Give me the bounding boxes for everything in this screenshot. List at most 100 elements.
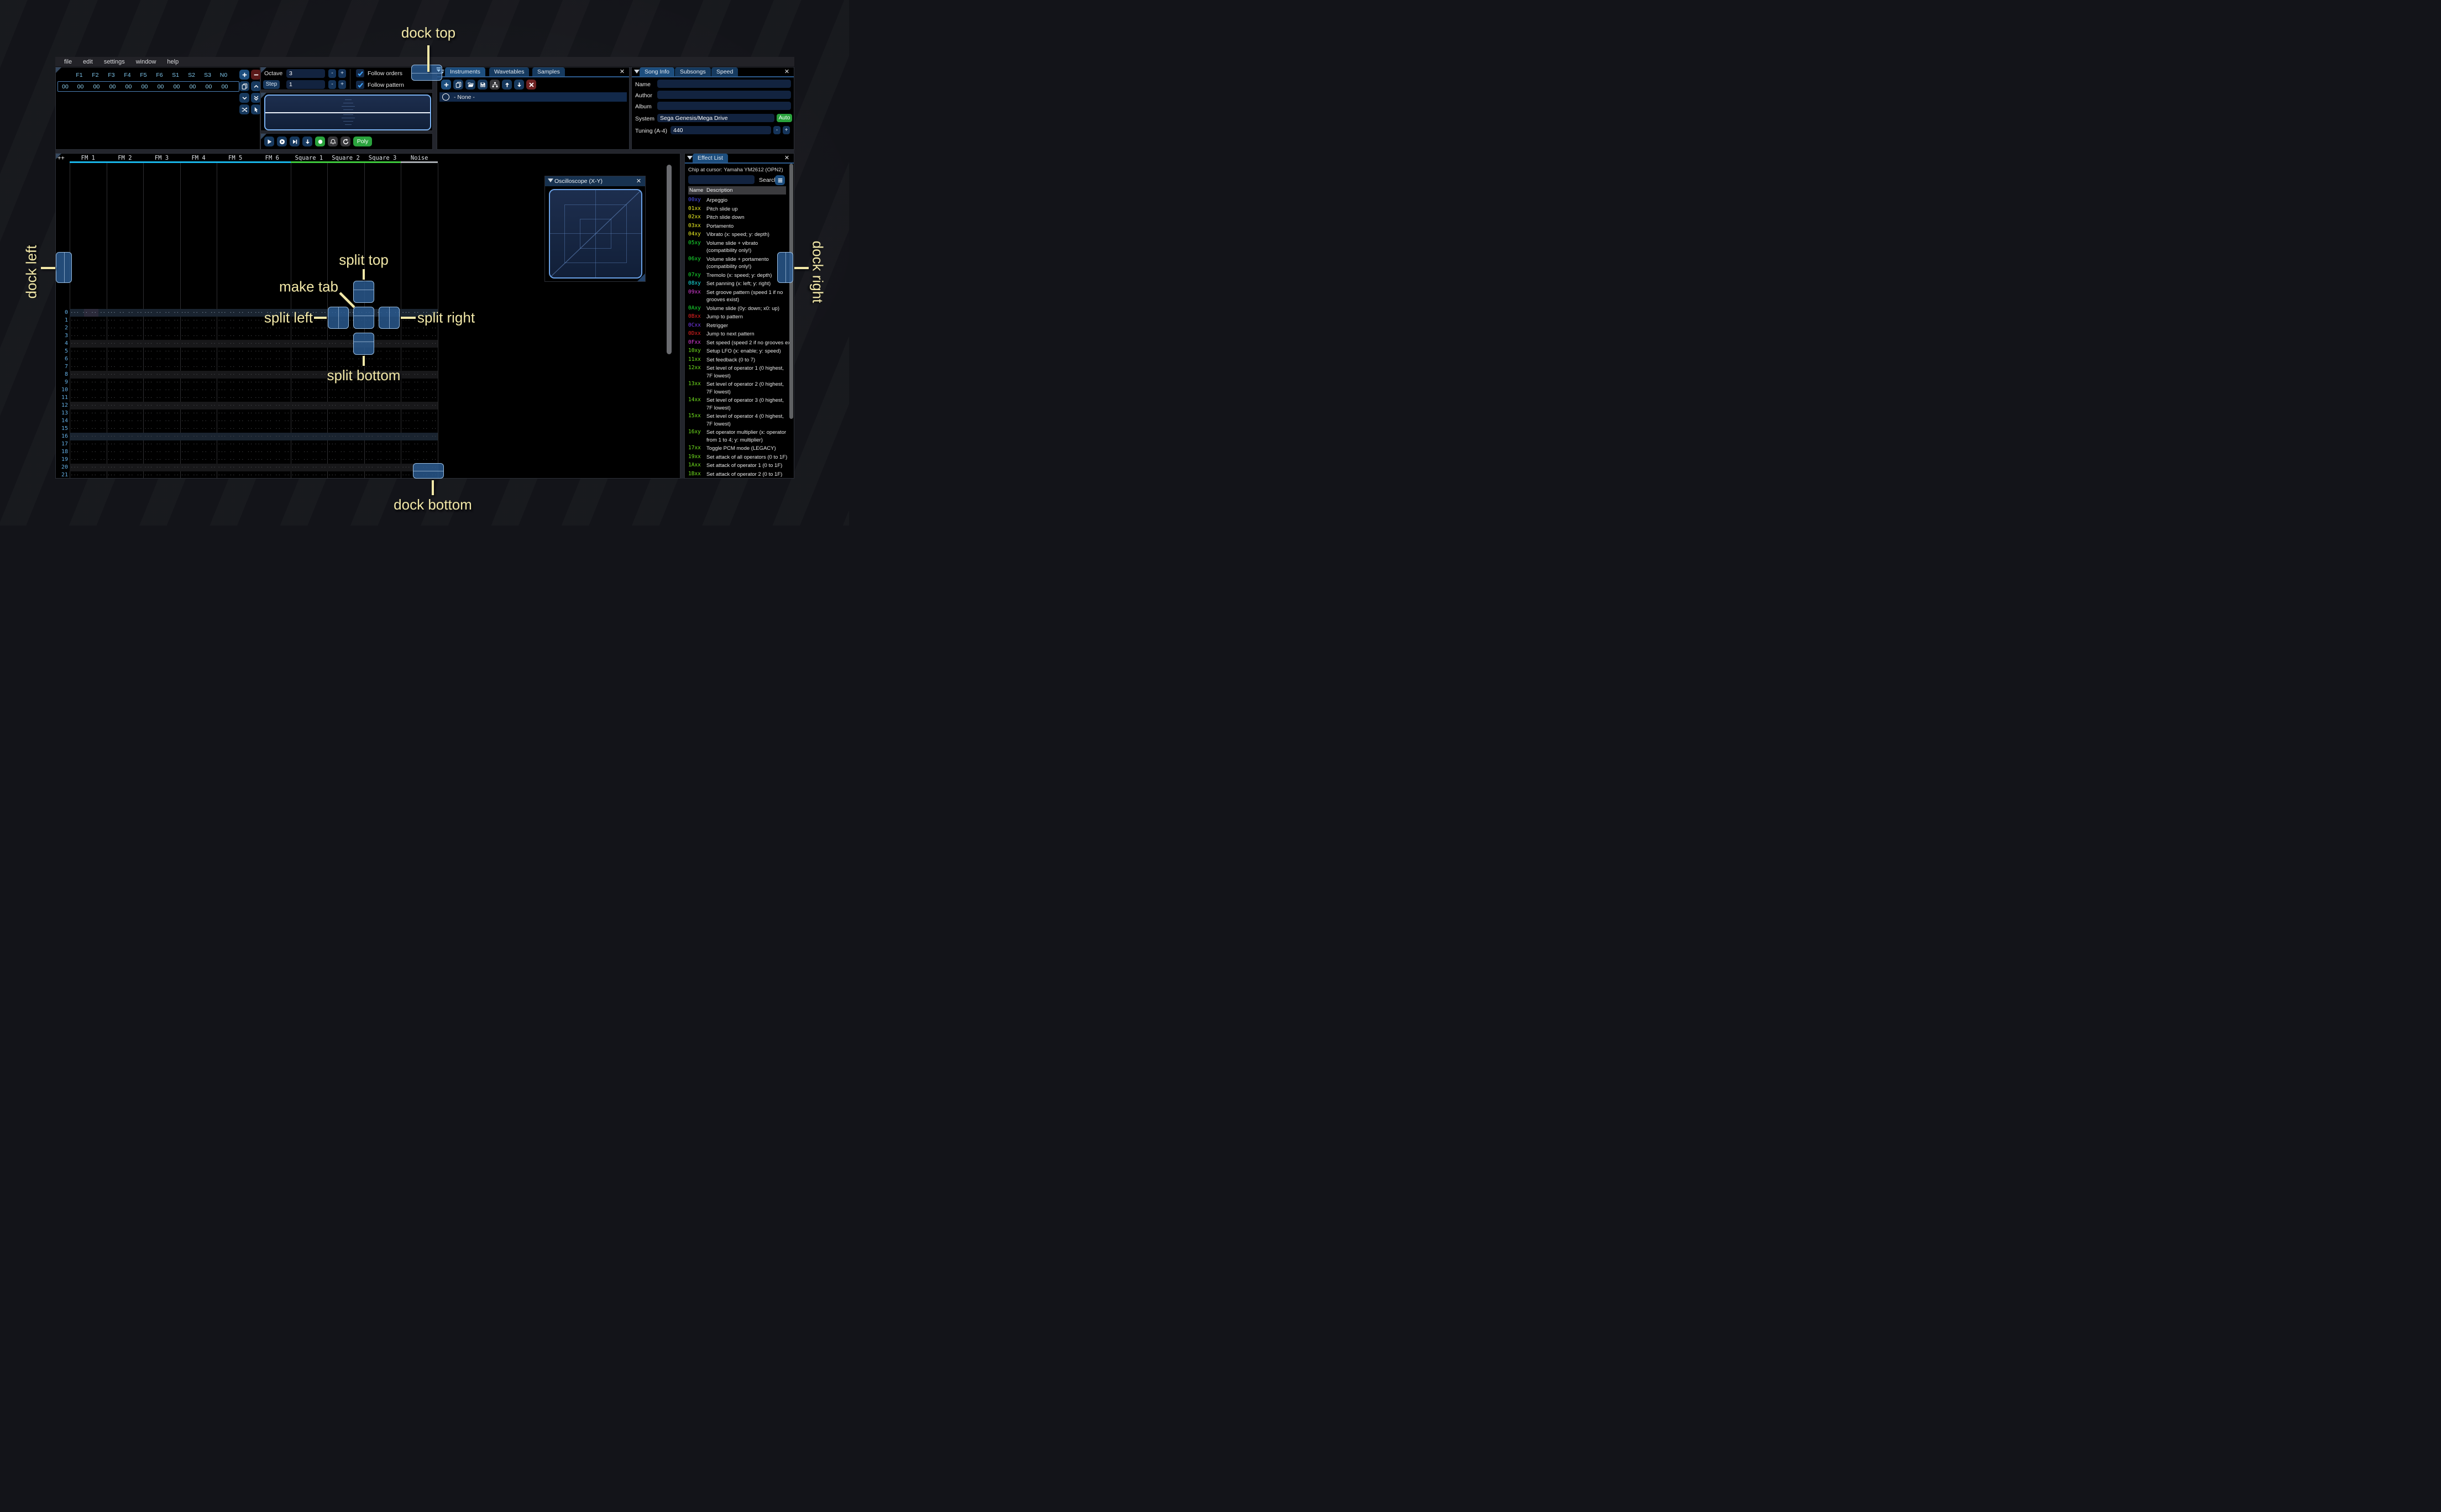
- pattern-cell[interactable]: ··· ·· ·· ·· ··: [143, 417, 180, 425]
- pattern-cell[interactable]: ··· ·· ·· ·· ··: [180, 402, 217, 410]
- organize-instruments-button[interactable]: [490, 80, 500, 90]
- pattern-cell[interactable]: ··· ·· ·· ·· ··: [70, 448, 107, 456]
- collapse-caret-icon[interactable]: [687, 156, 693, 160]
- orders-cell[interactable]: 00: [153, 83, 169, 90]
- pattern-cell[interactable]: ··· ·· ·· ·· ··: [70, 324, 107, 332]
- pattern-cell[interactable]: ··· ·· ·· ·· ··: [217, 363, 254, 371]
- orders-cell[interactable]: 00: [185, 83, 201, 90]
- play-pattern-button[interactable]: [277, 136, 287, 146]
- dock-top-target[interactable]: [411, 65, 442, 81]
- pattern-cell[interactable]: ··· ·· ·· ·· ··: [143, 456, 180, 464]
- pattern-cell[interactable]: ··· ·· ·· ·· ··: [327, 456, 364, 464]
- pattern-cell[interactable]: ··· ·· ·· ·· ··: [143, 324, 180, 332]
- pattern-cell[interactable]: ··· ·· ·· ·· ··: [291, 332, 328, 340]
- resize-grip[interactable]: [637, 274, 645, 281]
- pattern-cell[interactable]: ··· ·· ·· ·· ··: [70, 425, 107, 433]
- pattern-cell[interactable]: ··· ·· ·· ·· ··: [401, 386, 438, 394]
- pattern-cell[interactable]: ··· ·· ·· ·· ··: [107, 309, 144, 317]
- pattern-cell[interactable]: ··· ·· ·· ·· ··: [143, 332, 180, 340]
- pattern-cell[interactable]: ··· ·· ·· ·· ··: [107, 433, 144, 440]
- pattern-cell[interactable]: ··· ·· ·· ·· ··: [107, 371, 144, 379]
- duplicate-order-button[interactable]: [239, 81, 249, 91]
- pattern-cell[interactable]: ··· ·· ·· ·· ··: [327, 386, 364, 394]
- pattern-cell[interactable]: ··· ·· ·· ·· ··: [180, 379, 217, 386]
- pattern-cell[interactable]: ··· ·· ·· ·· ··: [217, 433, 254, 440]
- pattern-cell[interactable]: ··· ·· ·· ·· ··: [291, 471, 328, 478]
- dock-bottom-target[interactable]: [413, 463, 444, 479]
- pattern-cell[interactable]: ··· ·· ·· ·· ··: [143, 433, 180, 440]
- pattern-cell[interactable]: ··· ·· ·· ·· ··: [70, 348, 107, 355]
- pattern-cell[interactable]: ··· ·· ·· ·· ··: [291, 440, 328, 448]
- pattern-cell[interactable]: ··· ·· ·· ·· ··: [291, 363, 328, 371]
- pattern-cell[interactable]: ··· ·· ·· ·· ··: [401, 348, 438, 355]
- pattern-cell[interactable]: ··· ·· ·· ·· ··: [291, 417, 328, 425]
- pattern-cell[interactable]: ··· ·· ·· ·· ··: [143, 379, 180, 386]
- tab-effect-list[interactable]: Effect List: [693, 154, 728, 162]
- pattern-cell[interactable]: ··· ·· ·· ·· ··: [70, 371, 107, 379]
- effect-search-input[interactable]: [688, 175, 755, 184]
- pattern-cell[interactable]: ··· ·· ·· ·· ··: [254, 417, 291, 425]
- tab-samples[interactable]: Samples: [532, 67, 565, 76]
- close-icon[interactable]: ✕: [619, 69, 626, 76]
- collapse-caret-icon[interactable]: [634, 70, 640, 74]
- pattern-cell[interactable]: ··· ·· ·· ·· ··: [217, 340, 254, 348]
- pattern-cell[interactable]: ··· ·· ·· ·· ··: [217, 410, 254, 417]
- move-instrument-down-button[interactable]: [514, 80, 524, 90]
- pattern-cell[interactable]: ··· ·· ·· ·· ··: [107, 394, 144, 402]
- menu-file[interactable]: file: [59, 59, 77, 65]
- pattern-cell[interactable]: ··· ·· ·· ·· ··: [254, 456, 291, 464]
- pattern-cell[interactable]: ··· ·· ·· ·· ··: [291, 371, 328, 379]
- pattern-cell[interactable]: ··· ·· ·· ·· ··: [107, 456, 144, 464]
- pattern-cell[interactable]: ··· ·· ·· ·· ··: [70, 355, 107, 363]
- pattern-cell[interactable]: ··· ·· ·· ·· ··: [217, 371, 254, 379]
- pattern-cell[interactable]: ··· ·· ·· ·· ··: [401, 425, 438, 433]
- pattern-cell[interactable]: ··· ·· ·· ·· ··: [291, 386, 328, 394]
- pattern-cell[interactable]: ··· ·· ·· ·· ··: [327, 425, 364, 433]
- pattern-cell[interactable]: ··· ·· ·· ·· ··: [217, 417, 254, 425]
- pattern-cell[interactable]: ··· ·· ·· ·· ··: [217, 309, 254, 317]
- pattern-cell[interactable]: ··· ·· ·· ·· ··: [107, 410, 144, 417]
- dock-left-target[interactable]: [56, 252, 72, 283]
- pattern-cell[interactable]: ··· ·· ·· ·· ··: [217, 402, 254, 410]
- repeat-pattern-button[interactable]: [341, 136, 350, 146]
- pattern-cell[interactable]: ··· ·· ·· ·· ··: [364, 433, 401, 440]
- pattern-cell[interactable]: ··· ·· ·· ·· ··: [364, 402, 401, 410]
- pattern-cell[interactable]: ··· ·· ·· ·· ··: [70, 410, 107, 417]
- dock-right-target[interactable]: [777, 252, 793, 283]
- pattern-cell[interactable]: ··· ·· ·· ·· ··: [364, 448, 401, 456]
- pattern-cell[interactable]: ··· ·· ·· ·· ··: [107, 417, 144, 425]
- pattern-cell[interactable]: ··· ·· ·· ·· ··: [364, 417, 401, 425]
- pattern-cell[interactable]: ··· ·· ·· ·· ··: [107, 348, 144, 355]
- pattern-cell[interactable]: ··· ·· ·· ·· ··: [254, 340, 291, 348]
- pattern-cell[interactable]: ··· ·· ·· ·· ··: [291, 355, 328, 363]
- pattern-cell[interactable]: ··· ·· ·· ·· ··: [327, 433, 364, 440]
- pattern-cell[interactable]: ··· ·· ·· ·· ··: [254, 363, 291, 371]
- pattern-cell[interactable]: ··· ·· ·· ·· ··: [327, 464, 364, 471]
- step-input[interactable]: 1: [286, 80, 325, 89]
- pattern-cell[interactable]: ··· ·· ·· ·· ··: [143, 394, 180, 402]
- close-icon[interactable]: ✕: [783, 69, 790, 76]
- pattern-cell[interactable]: ··· ·· ·· ·· ··: [254, 410, 291, 417]
- pattern-cell[interactable]: ··· ·· ·· ·· ··: [143, 348, 180, 355]
- pattern-cell[interactable]: ··· ·· ·· ·· ··: [401, 417, 438, 425]
- pattern-cell[interactable]: ··· ·· ·· ·· ··: [180, 448, 217, 456]
- pattern-cell[interactable]: ··· ·· ·· ·· ··: [217, 448, 254, 456]
- pattern-cell[interactable]: ··· ·· ·· ·· ··: [107, 317, 144, 324]
- pattern-cell[interactable]: ··· ·· ·· ·· ··: [70, 363, 107, 371]
- pattern-cell[interactable]: ··· ·· ·· ·· ··: [327, 355, 364, 363]
- system-field[interactable]: Sega Genesis/Mega Drive: [657, 114, 774, 122]
- instrument-radio[interactable]: [442, 93, 449, 101]
- pattern-cell[interactable]: ··· ·· ·· ·· ··: [401, 448, 438, 456]
- pattern-cell[interactable]: ··· ·· ·· ·· ··: [401, 456, 438, 464]
- pattern-cell[interactable]: ··· ·· ·· ·· ··: [70, 433, 107, 440]
- pattern-cell[interactable]: ··· ·· ·· ·· ··: [217, 386, 254, 394]
- effect-list-scrollbar[interactable]: [789, 164, 793, 419]
- pattern-cell[interactable]: ··· ·· ·· ·· ··: [254, 464, 291, 471]
- pattern-cell[interactable]: ··· ·· ·· ·· ··: [70, 340, 107, 348]
- pattern-cell[interactable]: ··· ·· ·· ·· ··: [180, 317, 217, 324]
- add-instrument-button[interactable]: [441, 80, 451, 90]
- pattern-cell[interactable]: ··· ·· ·· ·· ··: [107, 355, 144, 363]
- move-instrument-up-button[interactable]: [502, 80, 512, 90]
- duplicate-order-end-button[interactable]: [251, 93, 261, 103]
- pattern-cell[interactable]: ··· ·· ·· ·· ··: [143, 371, 180, 379]
